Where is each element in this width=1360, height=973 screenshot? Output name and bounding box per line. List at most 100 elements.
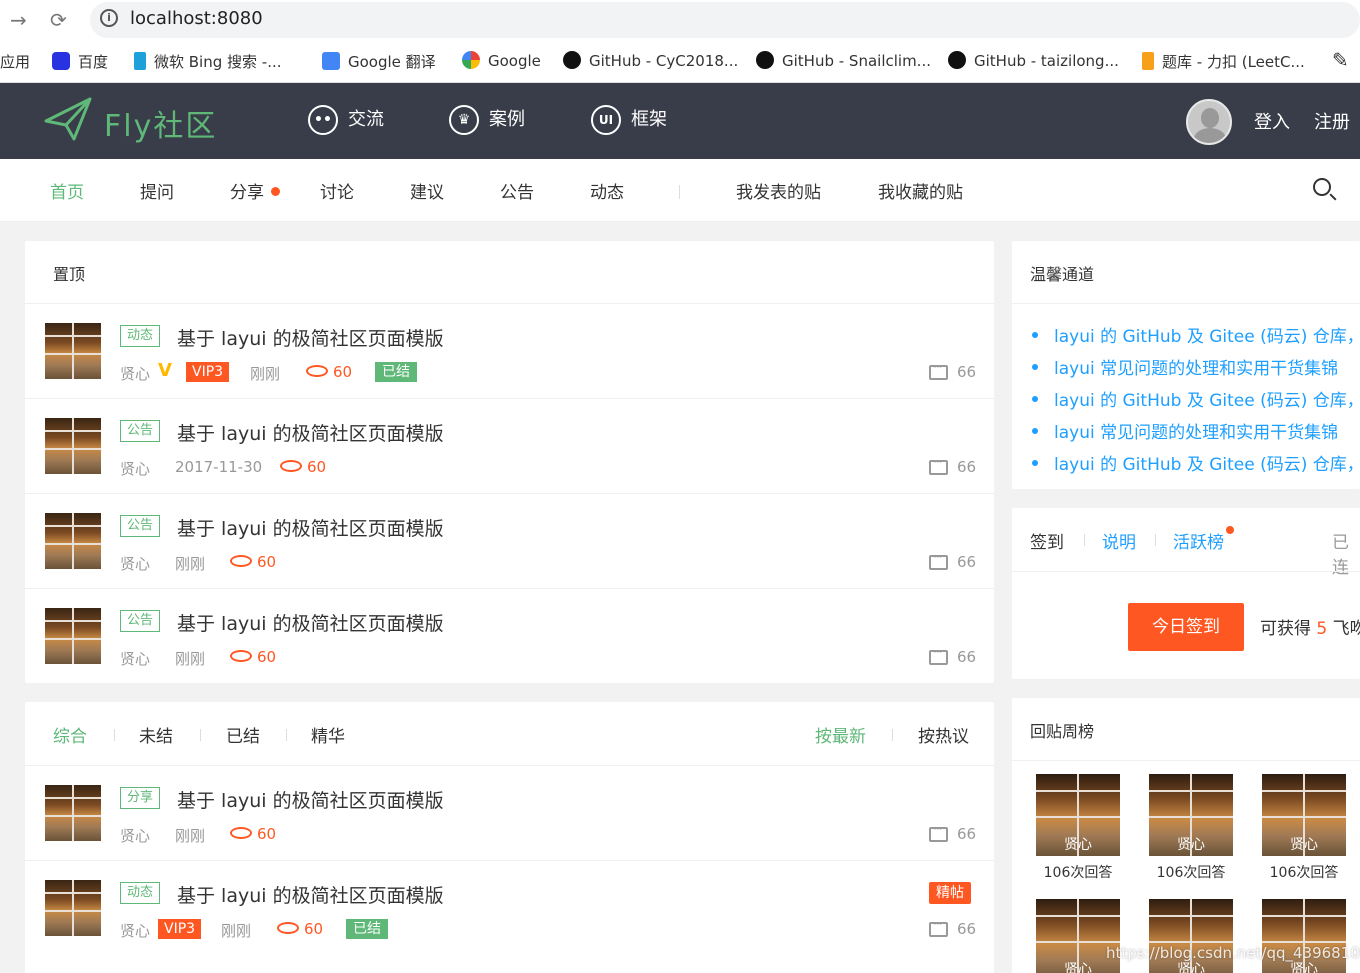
bookmark-bing[interactable]: 微软 Bing 搜索 -... bbox=[134, 51, 282, 72]
site-info-icon[interactable]: i bbox=[100, 9, 118, 27]
filter-featured[interactable]: 精华 bbox=[311, 722, 345, 747]
post-title[interactable]: 基于 layui 的极简社区页面模版 bbox=[177, 881, 444, 908]
search-icon[interactable] bbox=[1313, 178, 1331, 196]
divider bbox=[1084, 534, 1085, 546]
divider bbox=[1012, 760, 1360, 761]
tab-active-rank[interactable]: 活跃榜 bbox=[1173, 528, 1224, 553]
post-comments: 66 bbox=[957, 920, 977, 938]
post-author[interactable]: 贤心 bbox=[120, 648, 150, 669]
post-views: 60 bbox=[257, 825, 277, 843]
bullet-icon bbox=[1032, 460, 1038, 466]
leetcode-icon bbox=[1142, 52, 1154, 70]
login-link[interactable]: 登入 bbox=[1254, 108, 1290, 134]
register-link[interactable]: 注册 bbox=[1314, 108, 1350, 134]
post-author[interactable]: 贤心 bbox=[120, 920, 150, 941]
post-author[interactable]: 贤心 bbox=[120, 553, 150, 574]
view-icon bbox=[230, 555, 252, 567]
list-item[interactable]: 动态 基于 layui 的极简社区页面模版 贤心 V VIP3 刚刚 60 已结… bbox=[25, 303, 995, 398]
rank-user-name: 贤心 bbox=[1064, 837, 1092, 853]
subnav-home[interactable]: 首页 bbox=[50, 178, 84, 203]
bookmark-github-taizi[interactable]: GitHub - taizilong... bbox=[948, 51, 1119, 70]
avatar[interactable] bbox=[45, 513, 101, 569]
baidu-icon bbox=[52, 52, 70, 70]
avatar[interactable] bbox=[45, 418, 101, 474]
post-author[interactable]: 贤心 bbox=[120, 363, 150, 384]
list-item[interactable]: 公告 基于 layui 的极简社区页面模版 贤心 刚刚 60 66 bbox=[25, 588, 995, 683]
user-avatar[interactable] bbox=[1186, 99, 1232, 145]
url-text[interactable]: localhost:8080 bbox=[130, 8, 263, 29]
nav-cases[interactable]: ♛ 案例 bbox=[449, 105, 525, 137]
warm-channel-title: 温馨通道 bbox=[1030, 265, 1095, 284]
nav-chat[interactable]: •• 交流 bbox=[308, 105, 384, 137]
link-item[interactable]: layui 的 GitHub 及 Gitee (码云) 仓库，欢 bbox=[1032, 450, 1360, 475]
post-author[interactable]: 贤心 bbox=[120, 825, 150, 846]
vip-badge: VIP3 bbox=[186, 362, 230, 382]
list-item[interactable]: 公告 基于 layui 的极简社区页面模版 贤心 刚刚 60 66 bbox=[25, 493, 995, 588]
post-author[interactable]: 贤心 bbox=[120, 458, 150, 479]
reading-list-icon[interactable]: ✎ bbox=[1332, 48, 1349, 72]
post-comments: 66 bbox=[957, 458, 977, 476]
list-item[interactable]: 分享 基于 layui 的极简社区页面模版 贤心 刚刚 60 66 bbox=[25, 765, 995, 860]
bookmark-google-translate[interactable]: Google 翻译 bbox=[322, 51, 436, 72]
bookmark-apps[interactable]: 应用 bbox=[0, 51, 30, 72]
bookmark-google[interactable]: Google bbox=[462, 51, 541, 70]
avatar[interactable] bbox=[45, 608, 101, 664]
bullet-icon bbox=[1032, 428, 1038, 434]
subnav-my-posts[interactable]: 我发表的贴 bbox=[736, 178, 821, 203]
post-time: 刚刚 bbox=[175, 555, 206, 573]
status-badge: 已结 bbox=[346, 919, 388, 939]
link-item[interactable]: layui 的 GitHub 及 Gitee (码云) 仓库，欢 bbox=[1032, 322, 1360, 347]
nav-framework[interactable]: UI 框架 bbox=[591, 105, 667, 137]
post-title[interactable]: 基于 layui 的极简社区页面模版 bbox=[177, 419, 444, 446]
avatar[interactable] bbox=[45, 880, 101, 936]
subnav-ask[interactable]: 提问 bbox=[140, 178, 174, 203]
divider bbox=[1155, 534, 1156, 546]
post-title[interactable]: 基于 layui 的极简社区页面模版 bbox=[177, 514, 444, 541]
subnav-dynamic[interactable]: 动态 bbox=[590, 178, 624, 203]
daily-sign-button[interactable]: 今日签到 bbox=[1128, 603, 1244, 651]
bookmark-github-cyc[interactable]: GitHub - CyC2018... bbox=[563, 51, 738, 70]
subnav-discuss[interactable]: 讨论 bbox=[320, 178, 354, 203]
post-views: 60 bbox=[304, 920, 324, 938]
list-item[interactable]: 动态 基于 layui 的极简社区页面模版 精帖 贤心 VIP3 刚刚 60 已… bbox=[25, 860, 995, 955]
post-title[interactable]: 基于 layui 的极简社区页面模版 bbox=[177, 324, 444, 351]
post-tag: 动态 bbox=[120, 325, 161, 347]
bookmark-github-snail[interactable]: GitHub - Snailclim... bbox=[756, 51, 931, 70]
post-comments: 66 bbox=[957, 648, 977, 666]
bookmark-baidu[interactable]: 百度 bbox=[52, 51, 108, 72]
link-item[interactable]: layui 常见问题的处理和实用干货集锦 bbox=[1032, 418, 1338, 443]
bullet-icon bbox=[1032, 364, 1038, 370]
site-logo-text[interactable]: Fly社区 bbox=[104, 101, 217, 145]
list-item[interactable]: 公告 基于 layui 的极简社区页面模版 贤心 2017-11-30 60 6… bbox=[25, 398, 995, 493]
sort-hottest[interactable]: 按热议 bbox=[918, 722, 969, 747]
crown-icon: ♛ bbox=[449, 105, 479, 135]
post-title[interactable]: 基于 layui 的极简社区页面模版 bbox=[177, 609, 444, 636]
avatar[interactable] bbox=[45, 785, 101, 841]
subnav-suggest[interactable]: 建议 bbox=[410, 178, 444, 203]
subnav-notice[interactable]: 公告 bbox=[500, 178, 534, 203]
avatar[interactable] bbox=[45, 323, 101, 379]
post-views: 60 bbox=[333, 363, 353, 381]
subnav-my-favorites[interactable]: 我收藏的贴 bbox=[878, 178, 963, 203]
filter-all[interactable]: 综合 bbox=[53, 722, 87, 747]
pinned-title: 置顶 bbox=[53, 265, 86, 284]
post-tag: 公告 bbox=[120, 610, 161, 632]
subnav-share[interactable]: 分享 bbox=[230, 178, 280, 203]
post-title[interactable]: 基于 layui 的极简社区页面模版 bbox=[177, 786, 444, 813]
bookmark-leetcode[interactable]: 题库 - 力扣 (LeetC... bbox=[1142, 51, 1305, 72]
link-item[interactable]: layui 的 GitHub 及 Gitee (码云) 仓库，欢 bbox=[1032, 386, 1360, 411]
comment-icon bbox=[929, 645, 948, 665]
view-icon bbox=[230, 827, 252, 839]
warm-channel-panel: 温馨通道 layui 的 GitHub 及 Gitee (码云) 仓库，欢 la… bbox=[1012, 241, 1360, 489]
filter-open[interactable]: 未结 bbox=[139, 722, 173, 747]
post-time: 刚刚 bbox=[250, 365, 281, 383]
filter-closed[interactable]: 已结 bbox=[226, 722, 260, 747]
link-item[interactable]: layui 常见问题的处理和实用干货集锦 bbox=[1032, 354, 1338, 379]
url-field[interactable] bbox=[90, 2, 1360, 38]
reload-icon[interactable]: ⟳ bbox=[50, 8, 67, 32]
tab-sign-in[interactable]: 签到 bbox=[1030, 528, 1064, 553]
forward-arrow-icon[interactable]: → bbox=[10, 8, 27, 32]
sort-newest[interactable]: 按最新 bbox=[815, 722, 866, 747]
paper-plane-logo-icon[interactable] bbox=[44, 95, 94, 143]
tab-description[interactable]: 说明 bbox=[1102, 528, 1136, 553]
